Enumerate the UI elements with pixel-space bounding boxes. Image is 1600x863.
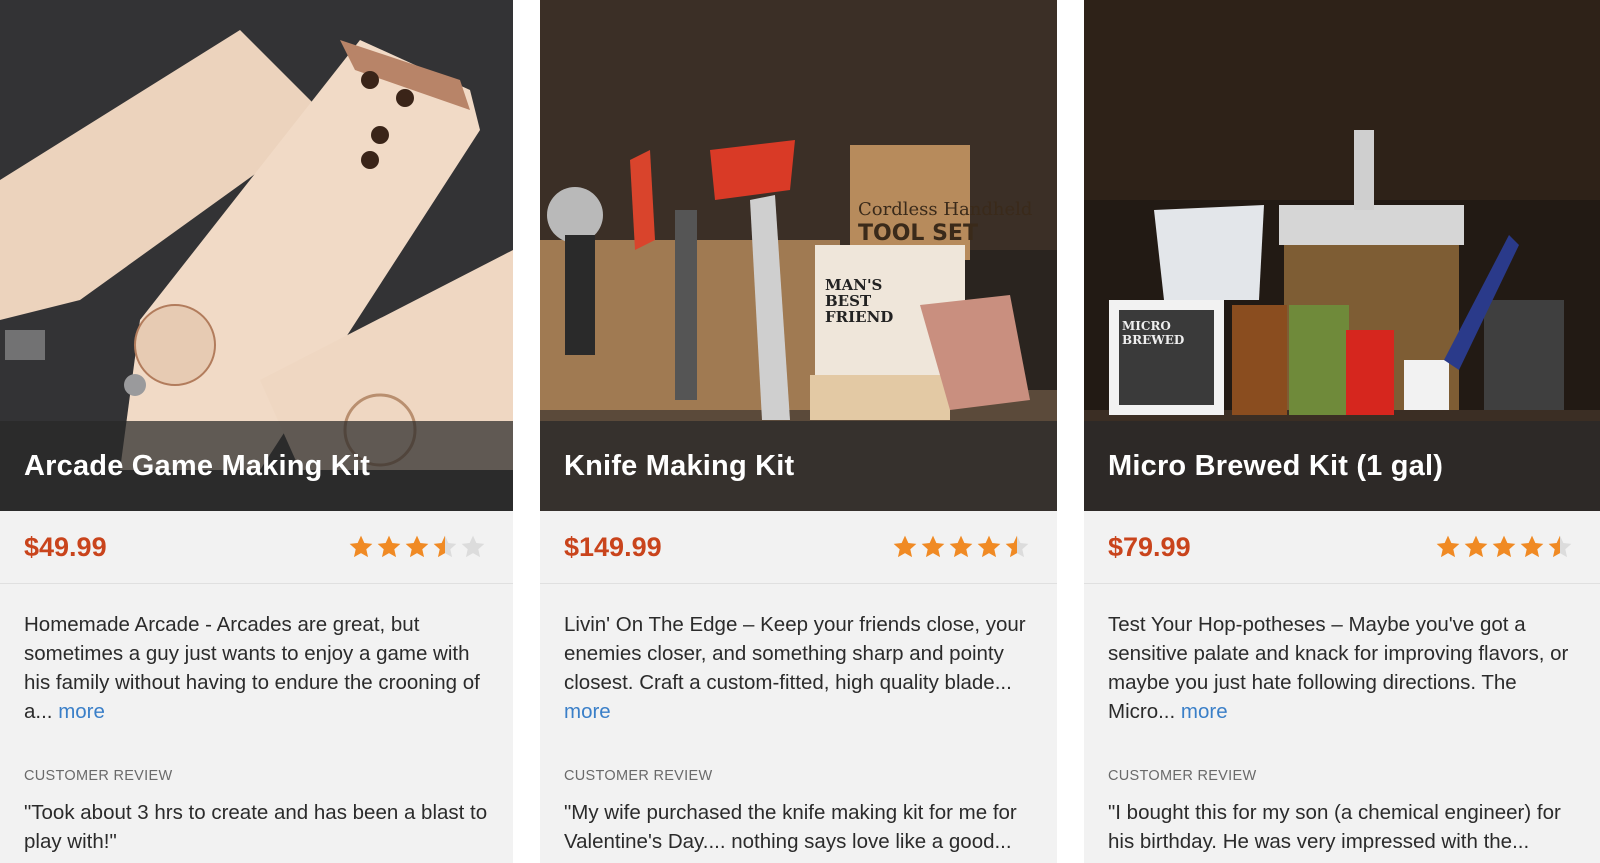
- product-title[interactable]: Arcade Game Making Kit: [0, 450, 370, 483]
- price-rating-row: $49.99: [0, 511, 513, 584]
- star-full-icon: [405, 535, 429, 558]
- star-rating: [892, 534, 1030, 560]
- product-description: Test Your Hop-potheses – Maybe you've go…: [1084, 584, 1600, 732]
- svg-text:TOOL SET: TOOL SET: [858, 221, 978, 246]
- more-link[interactable]: more: [58, 700, 105, 723]
- svg-text:MICRO: MICRO: [1122, 319, 1171, 333]
- star-full-icon: [1520, 535, 1544, 558]
- customer-review-label: CUSTOMER REVIEW: [564, 768, 713, 784]
- svg-text:FRIEND: FRIEND: [825, 308, 893, 326]
- star-full-icon: [893, 535, 917, 558]
- title-bar: Arcade Game Making Kit: [0, 421, 513, 511]
- star-full-icon: [921, 535, 945, 558]
- svg-text:Cordless Handheld: Cordless Handheld: [858, 199, 1032, 220]
- product-description: Homemade Arcade - Arcades are great, but…: [0, 584, 513, 732]
- review-more-link[interactable]: more: [1108, 859, 1155, 863]
- product-card-knife[interactable]: Cordless Handheld TOOL SET MAN'S BEST FR…: [540, 0, 1057, 863]
- star-full-icon: [977, 535, 1001, 558]
- product-image-knife[interactable]: Cordless Handheld TOOL SET MAN'S BEST FR…: [540, 0, 1057, 511]
- star-full-icon: [949, 535, 973, 558]
- customer-review-text: "My wife purchased the knife making kit …: [564, 801, 1017, 853]
- price-rating-row: $149.99: [540, 511, 1057, 584]
- product-card-arcade[interactable]: Arcade Game Making Kit $49.99 Homemade A…: [0, 0, 513, 863]
- star-full-icon: [1464, 535, 1488, 558]
- product-price: $49.99: [24, 531, 107, 562]
- product-image-micro-brewed[interactable]: MICRO BREWED Micro Brewed Kit (1 gal): [1084, 0, 1600, 511]
- title-bar: Knife Making Kit: [540, 421, 1057, 511]
- star-rating: [348, 534, 486, 560]
- star-full-icon: [377, 535, 401, 558]
- more-link[interactable]: more: [564, 700, 611, 723]
- star-half-icon: [433, 535, 457, 558]
- star-empty-icon: [461, 535, 485, 558]
- product-title[interactable]: Micro Brewed Kit (1 gal): [1084, 450, 1443, 483]
- star-full-icon: [1436, 535, 1460, 558]
- star-half-icon: [1548, 535, 1572, 558]
- customer-review-label: CUSTOMER REVIEW: [24, 768, 173, 784]
- more-link[interactable]: more: [1181, 700, 1228, 723]
- product-grid: Arcade Game Making Kit $49.99 Homemade A…: [0, 0, 1600, 863]
- customer-review-text: "Took about 3 hrs to create and has been…: [24, 801, 488, 853]
- star-full-icon: [1492, 535, 1516, 558]
- star-full-icon: [349, 535, 373, 558]
- price-rating-row: $79.99: [1084, 511, 1600, 584]
- customer-review-label: CUSTOMER REVIEW: [1108, 768, 1257, 784]
- star-rating: [1435, 534, 1573, 560]
- product-card-micro-brewed[interactable]: MICRO BREWED Micro Brewed Kit (1 gal) $7…: [1084, 0, 1600, 863]
- product-price: $79.99: [1108, 531, 1191, 562]
- description-text: Test Your Hop-potheses – Maybe you've go…: [1108, 613, 1569, 723]
- customer-review-text: "I bought this for my son (a chemical en…: [1084, 784, 1600, 863]
- product-description: Livin' On The Edge – Keep your friends c…: [540, 584, 1057, 732]
- product-title[interactable]: Knife Making Kit: [540, 450, 794, 483]
- product-image-arcade[interactable]: Arcade Game Making Kit: [0, 0, 513, 511]
- review-text: "I bought this for my son (a chemical en…: [1108, 801, 1561, 853]
- svg-text:BREWED: BREWED: [1122, 333, 1184, 347]
- description-text: Livin' On The Edge – Keep your friends c…: [564, 613, 1026, 694]
- title-bar: Micro Brewed Kit (1 gal): [1084, 421, 1600, 511]
- product-price: $149.99: [564, 531, 662, 562]
- star-half-icon: [1005, 535, 1029, 558]
